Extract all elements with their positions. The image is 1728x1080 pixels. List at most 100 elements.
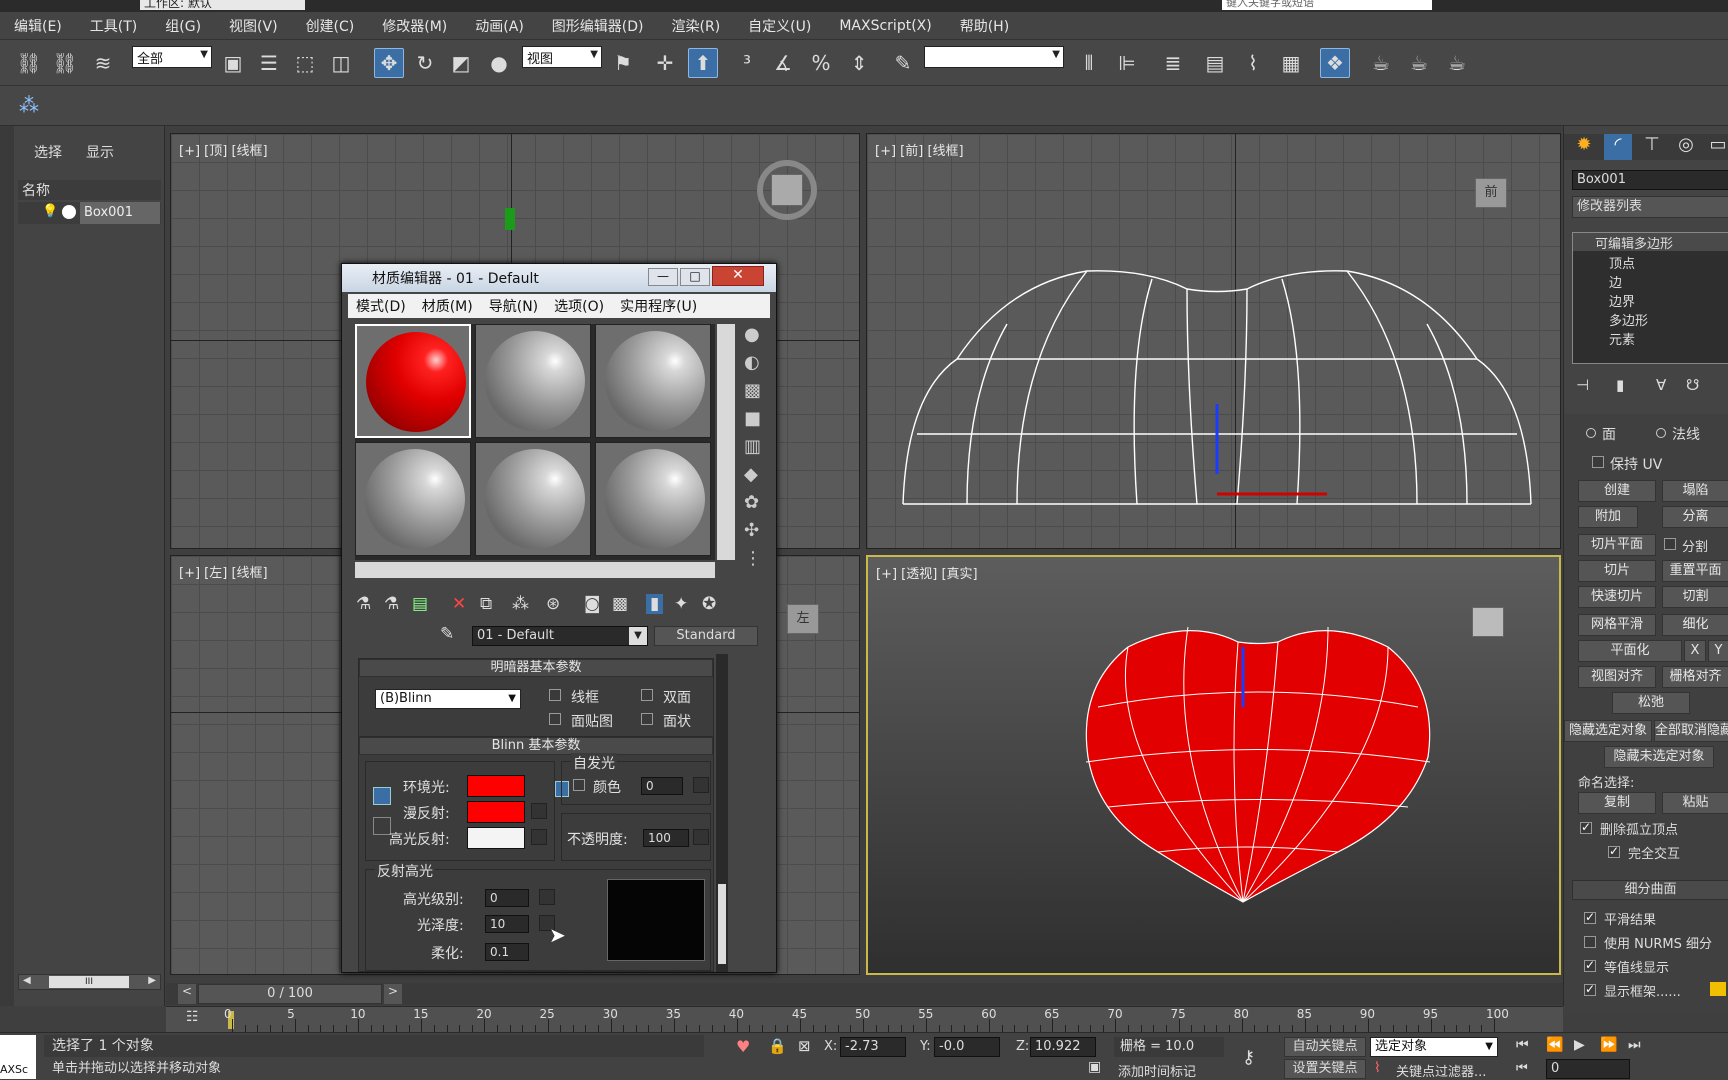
auto-key-button[interactable]: 自动关键点 [1284, 1037, 1366, 1057]
cut-button[interactable]: 切割 [1662, 586, 1728, 608]
mated-menu-item-2[interactable]: 导航(N) [481, 296, 546, 316]
sample-slot-3[interactable] [595, 324, 711, 438]
visibility-icon[interactable] [62, 205, 76, 219]
menu-item-3[interactable]: 视图(V) [215, 16, 292, 36]
slots-hscrollbar[interactable] [355, 562, 715, 578]
current-frame-field[interactable]: 0 [1546, 1059, 1630, 1079]
render-icon[interactable]: ☕ [1442, 48, 1472, 78]
show-end-result-icon[interactable]: ▩ [612, 594, 628, 614]
z-coordinate-field[interactable]: 10.922 [1030, 1037, 1096, 1057]
rollout-header[interactable]: Blinn 基本参数 [359, 737, 713, 755]
relax-button[interactable]: 松弛 [1612, 692, 1690, 714]
mated-menu-item-3[interactable]: 选项(O) [546, 296, 612, 316]
explorer-scrollbar[interactable]: ◀ III ▶ [18, 974, 161, 990]
hierarchy-tab-icon[interactable]: ⊤ [1638, 134, 1666, 160]
background-icon[interactable]: ▩ [744, 380, 761, 401]
planarize-y-button[interactable]: Y [1708, 640, 1728, 662]
minimize-button[interactable]: — [648, 268, 678, 286]
sample-slot-1[interactable] [355, 324, 471, 438]
material-type-button[interactable]: Standard [654, 626, 758, 646]
show-cage-checkbox[interactable] [1584, 982, 1596, 996]
copy-material-icon[interactable]: ⁂ [512, 594, 529, 614]
select-move-icon[interactable]: ✥ [374, 48, 404, 78]
slice-button[interactable]: 切片 [1578, 560, 1656, 582]
menu-item-2[interactable]: 组(G) [151, 16, 215, 36]
planarize-button[interactable]: 平面化 [1578, 640, 1682, 662]
mirror-icon[interactable]: ⫴ [1074, 48, 1104, 78]
faceted-checkbox[interactable] [641, 713, 653, 725]
backlight-icon[interactable]: ◐ [744, 352, 760, 373]
key-mode-dropdown[interactable]: 选定对象 ▼ [1370, 1037, 1498, 1057]
attach-button[interactable]: 附加 [1578, 506, 1638, 528]
full-interactivity-checkbox[interactable] [1608, 844, 1620, 858]
spec-level-spinner[interactable]: 0 [485, 889, 529, 907]
show-map-icon[interactable]: ◙ [584, 594, 601, 614]
curve-editor-icon[interactable]: ⌇ [1238, 48, 1268, 78]
maxscript-listener[interactable]: AXSc [0, 1035, 36, 1079]
meshsmooth-button[interactable]: 网格平滑 [1578, 614, 1656, 636]
keep-uv-checkbox[interactable] [1592, 456, 1604, 468]
time-tag-icon[interactable]: ▣ [1088, 1059, 1101, 1075]
slots-vscrollbar[interactable] [717, 324, 735, 560]
scroll-thumb[interactable]: III [49, 976, 129, 988]
time-next-icon[interactable]: > [384, 984, 402, 1004]
select-rotate-icon[interactable]: ↻ [410, 48, 440, 78]
menu-item-9[interactable]: 自定义(U) [734, 16, 825, 36]
view-align-button[interactable]: 视图对齐 [1578, 666, 1656, 688]
keyboard-shortcut-override-icon[interactable]: ⬆ [688, 48, 718, 78]
specular-map-button[interactable] [531, 829, 547, 845]
reset-plane-button[interactable]: 重置平面 [1662, 560, 1728, 582]
select-by-name-icon[interactable]: ☰ [254, 48, 284, 78]
snaps-toggle-icon[interactable]: ³ [732, 48, 762, 78]
detach-button[interactable]: 分离 [1662, 506, 1728, 528]
menu-item-0[interactable]: 编辑(E) [0, 16, 76, 36]
time-slider-thumb[interactable]: 0 / 100 [198, 984, 382, 1004]
percent-snap-icon[interactable]: % [806, 48, 836, 78]
make-unique-icon[interactable]: ⧉ [480, 594, 492, 614]
modifier-list-dropdown[interactable]: 修改器列表 [1572, 196, 1728, 218]
sample-slot-5[interactable] [475, 442, 591, 556]
stack-item-element[interactable]: 元素 [1609, 329, 1635, 348]
key-filters-button[interactable]: 关键点过滤器... [1396, 1061, 1486, 1080]
mated-menu-item-4[interactable]: 实用程序(U) [612, 296, 705, 316]
spinner-snap-icon[interactable]: ⇕ [844, 48, 874, 78]
menu-item-10[interactable]: MAXScript(X) [825, 18, 945, 34]
get-material-icon[interactable]: ⚗ [356, 594, 371, 614]
rollout-header[interactable]: 明暗器基本参数 [359, 659, 713, 677]
self-illum-map-button[interactable] [693, 777, 709, 793]
light-icon[interactable]: 💡 [42, 204, 58, 219]
select-object-icon[interactable]: ▣ [218, 48, 248, 78]
isolate-icon[interactable]: ♥ [736, 1037, 750, 1056]
edit-named-sel-icon[interactable]: ✎ [888, 48, 918, 78]
specular-color-swatch[interactable] [467, 827, 525, 849]
y-coordinate-field[interactable]: -0.0 [934, 1037, 1000, 1057]
sample-slot-4[interactable] [355, 442, 471, 556]
goto-start-icon[interactable]: ⏮ [1516, 1037, 1529, 1053]
tessellate-button[interactable]: 细化 [1662, 614, 1728, 636]
smooth-result-checkbox[interactable] [1584, 910, 1596, 924]
slice-plane-button[interactable]: 切片平面 [1578, 534, 1656, 556]
goto-end-icon[interactable]: ⏭ [1628, 1037, 1641, 1053]
select-by-material-icon[interactable]: ✣ [744, 520, 759, 541]
pivot-center-icon[interactable]: ⚑ [608, 48, 638, 78]
next-frame-icon[interactable]: ⏩ [1600, 1037, 1617, 1053]
make-preview-icon[interactable]: ◆ [744, 464, 758, 485]
track-bar[interactable]: ☷ 0 5 10 15 20 25 30 35 40 45 50 55 60 65 70 75 80 85 90 95… [166, 1006, 1563, 1032]
motion-tab-icon[interactable]: ◎ [1672, 134, 1700, 160]
render-setup-icon[interactable]: ☕ [1366, 48, 1396, 78]
menu-item-5[interactable]: 修改器(M) [368, 16, 461, 36]
reset-map-icon[interactable]: ✕ [452, 594, 466, 614]
cage-color-swatch[interactable] [1710, 982, 1726, 996]
hide-unselected-button[interactable]: 隐藏未选定对象 [1604, 746, 1714, 768]
tab-display[interactable]: 显示 [86, 142, 114, 162]
face-map-checkbox[interactable] [549, 713, 561, 725]
material-name-field[interactable]: 01 - Default ▼ [472, 626, 648, 646]
menu-item-1[interactable]: 工具(T) [76, 16, 151, 36]
absolute-mode-icon[interactable]: ⊠ [798, 1037, 811, 1055]
add-time-tag-button[interactable]: 添加时间标记 [1118, 1061, 1196, 1080]
sample-type-icon[interactable]: ● [744, 324, 760, 345]
reference-coord-dropdown[interactable]: 视图 ▼ [522, 46, 602, 68]
play-icon[interactable]: ▶ [1574, 1037, 1585, 1053]
key-mode-icon[interactable]: ⏮ [1516, 1061, 1528, 1076]
maximize-button[interactable]: □ [680, 268, 710, 286]
